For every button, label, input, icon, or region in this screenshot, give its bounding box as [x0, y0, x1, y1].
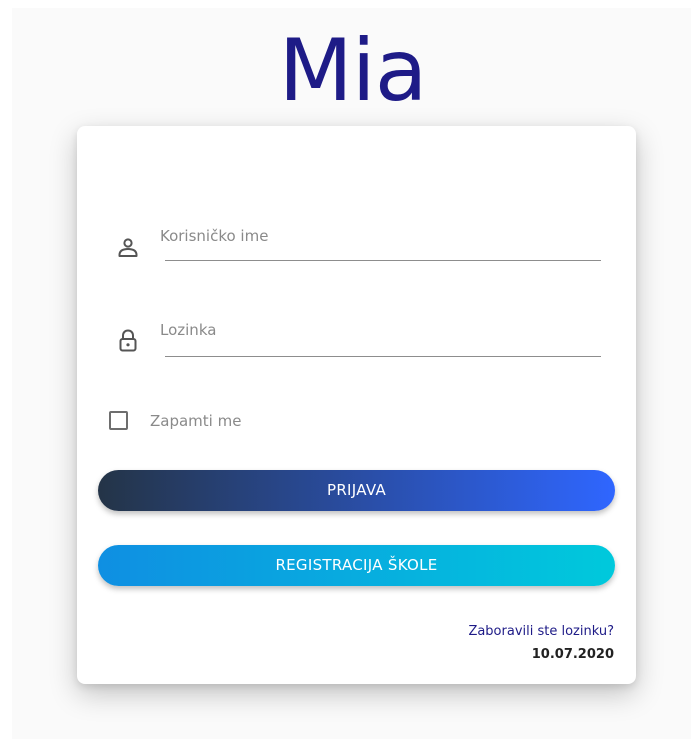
date-label: 10.07.2020 [531, 647, 614, 662]
password-underline [165, 356, 601, 357]
username-label: Korisničko ime [160, 227, 269, 245]
remember-me-label: Zapamti me [150, 412, 242, 430]
password-label: Lozinka [160, 321, 217, 339]
username-underline [165, 260, 601, 261]
lock-icon [115, 327, 141, 353]
remember-me-checkbox[interactable] [109, 411, 128, 430]
register-school-button[interactable]: REGISTRACIJA ŠKOLE [98, 545, 615, 586]
login-card: Korisničko ime Lozinka Zapamti me PRIJAV… [77, 126, 636, 684]
user-icon [115, 234, 141, 260]
login-button[interactable]: PRIJAVA [98, 470, 615, 511]
forgot-password-link[interactable]: Zaboravili ste lozinku? [468, 624, 614, 639]
app-logo: Mia [278, 21, 428, 121]
